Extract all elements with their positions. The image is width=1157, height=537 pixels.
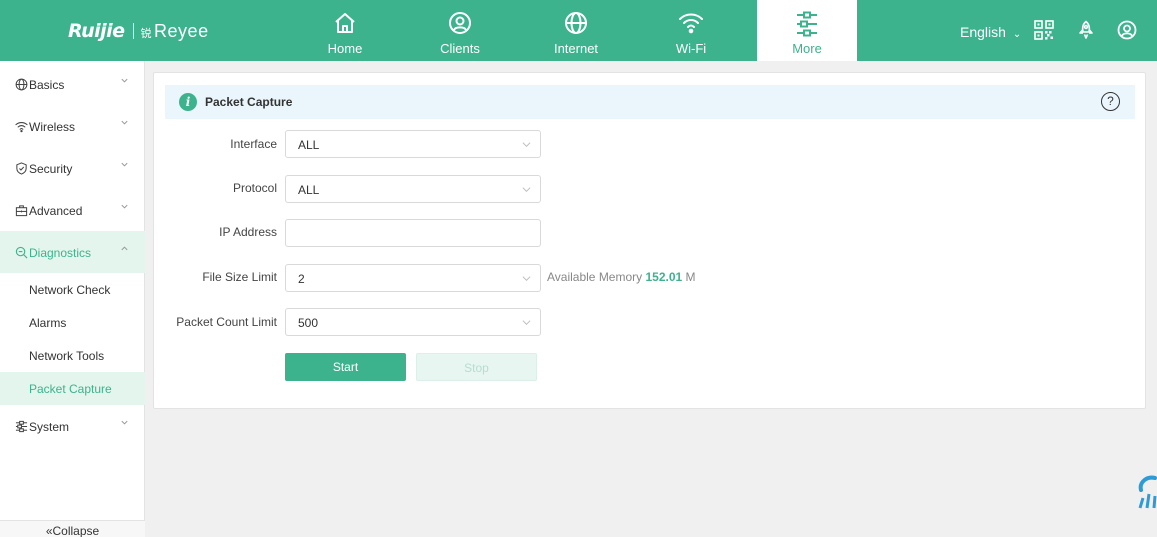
start-button[interactable]: Start [285,353,406,381]
chevron-down-icon [522,187,531,193]
account-icon[interactable] [1117,20,1137,40]
chevron-up-icon [121,246,128,251]
nav-wifi-label: Wi-Fi [675,41,707,56]
sidebar-item-label: Advanced [29,204,83,218]
info-icon: i [179,93,197,111]
interface-label: Interface [230,137,277,151]
chevron-down-icon [121,78,128,83]
nav-clients[interactable]: Clients [410,0,510,61]
wifi-icon [679,13,703,34]
nav-more-label: More [792,41,822,56]
sidebar-item-security[interactable]: Security [0,147,145,189]
nav-clients-label: Clients [440,41,480,56]
search-icon [15,246,28,259]
nav-home-label: Home [327,41,363,56]
nav-more[interactable]: More [757,0,857,61]
shield-icon [16,162,27,175]
sidebar-subitem-network-tools[interactable]: Network Tools [0,339,145,372]
nav-home[interactable]: Home [295,0,395,61]
nav-internet-label: Internet [553,41,599,56]
sidebar-subitem-label: Packet Capture [29,382,112,396]
protocol-select[interactable]: ALL [285,175,541,203]
sidebar-item-advanced[interactable]: Advanced [0,189,145,231]
wifi-icon [15,122,28,133]
sidebar-subitem-label: Network Check [29,283,111,297]
file-size-limit-label: File Size Limit [202,270,277,284]
packet-count-limit-label: Packet Count Limit [176,315,277,329]
qrcode-icon[interactable] [1034,20,1054,40]
sidebar-subitem-alarms[interactable]: Alarms [0,306,145,339]
file-size-limit-value: 2 [298,272,305,286]
ip-address-input[interactable] [285,219,541,247]
language-selector[interactable]: English ⌄ [960,24,1021,40]
chevron-down-icon [522,320,531,326]
language-label: English [960,24,1006,40]
sliders-icon [15,420,28,433]
top-bar: Ruijie 锐 Reyee Home Clients Internet Wi-F… [0,0,1157,61]
collapse-button[interactable]: «Collapse [0,520,145,537]
sidebar-item-basics[interactable]: Basics [0,63,145,105]
sidebar-item-label: Diagnostics [29,246,92,260]
sidebar-item-diagnostics[interactable]: Diagnostics [0,231,145,273]
stop-button[interactable]: Stop [416,353,537,381]
available-memory-label: Available Memory [547,270,643,284]
sidebar: Basics Wireless Security Advanced Diagno… [0,61,145,537]
sidebar-subitem-packet-capture[interactable]: Packet Capture [0,372,145,405]
sidebar-item-label: Basics [29,78,65,92]
chevron-down-icon [121,162,128,167]
chevron-down-icon: ⌄ [1012,29,1022,40]
floating-assistant-icon[interactable] [1135,474,1157,510]
page-title: Packet Capture [205,95,293,109]
user-icon [449,12,471,34]
chevron-down-icon [121,120,128,125]
brand-divider [132,23,134,39]
protocol-value: ALL [298,183,320,197]
globe-icon [565,12,587,34]
panel-title-bar: i Packet Capture ? [165,85,1135,119]
sidebar-subitem-network-check[interactable]: Network Check [0,273,145,306]
brand-reyee: 锐 Reyee [140,20,209,41]
chevron-down-icon [522,142,531,148]
available-memory: Available Memory 152.01 M [547,270,696,284]
sidebar-item-wireless[interactable]: Wireless [0,105,145,147]
help-icon[interactable]: ? [1101,92,1120,111]
sidebar-subitem-label: Alarms [29,316,67,330]
protocol-label: Protocol [232,181,277,195]
globe-icon [15,78,28,91]
file-size-limit-select[interactable]: 2 [285,264,541,292]
chevron-down-icon [121,420,128,425]
sidebar-subitem-label: Network Tools [29,349,105,363]
packet-capture-panel: i Packet Capture ? Interface ALL Protoco… [153,72,1146,409]
nav-internet[interactable]: Internet [526,0,626,61]
nav-wifi[interactable]: Wi-Fi [641,0,741,61]
chevron-down-icon [121,204,128,209]
sidebar-item-label: Security [29,162,73,176]
toolbox-icon [15,205,28,217]
sidebar-item-label: System [29,420,70,434]
packet-count-limit-select[interactable]: 500 [285,308,541,336]
rocket-icon[interactable] [1076,20,1096,40]
packet-count-limit-value: 500 [298,316,319,330]
chevron-down-icon [522,276,531,282]
brand-ruijie: Ruijie [68,20,125,42]
interface-value: ALL [298,138,320,152]
sidebar-item-system[interactable]: System [0,405,145,447]
available-memory-unit: M [685,270,696,284]
home-icon [335,13,355,33]
sidebar-item-label: Wireless [29,120,76,134]
sliders-icon [797,11,817,37]
brand-logo[interactable]: Ruijie 锐 Reyee [68,20,209,42]
ip-address-label: IP Address [219,225,277,239]
interface-select[interactable]: ALL [285,130,541,158]
available-memory-value: 152.01 [645,270,683,284]
